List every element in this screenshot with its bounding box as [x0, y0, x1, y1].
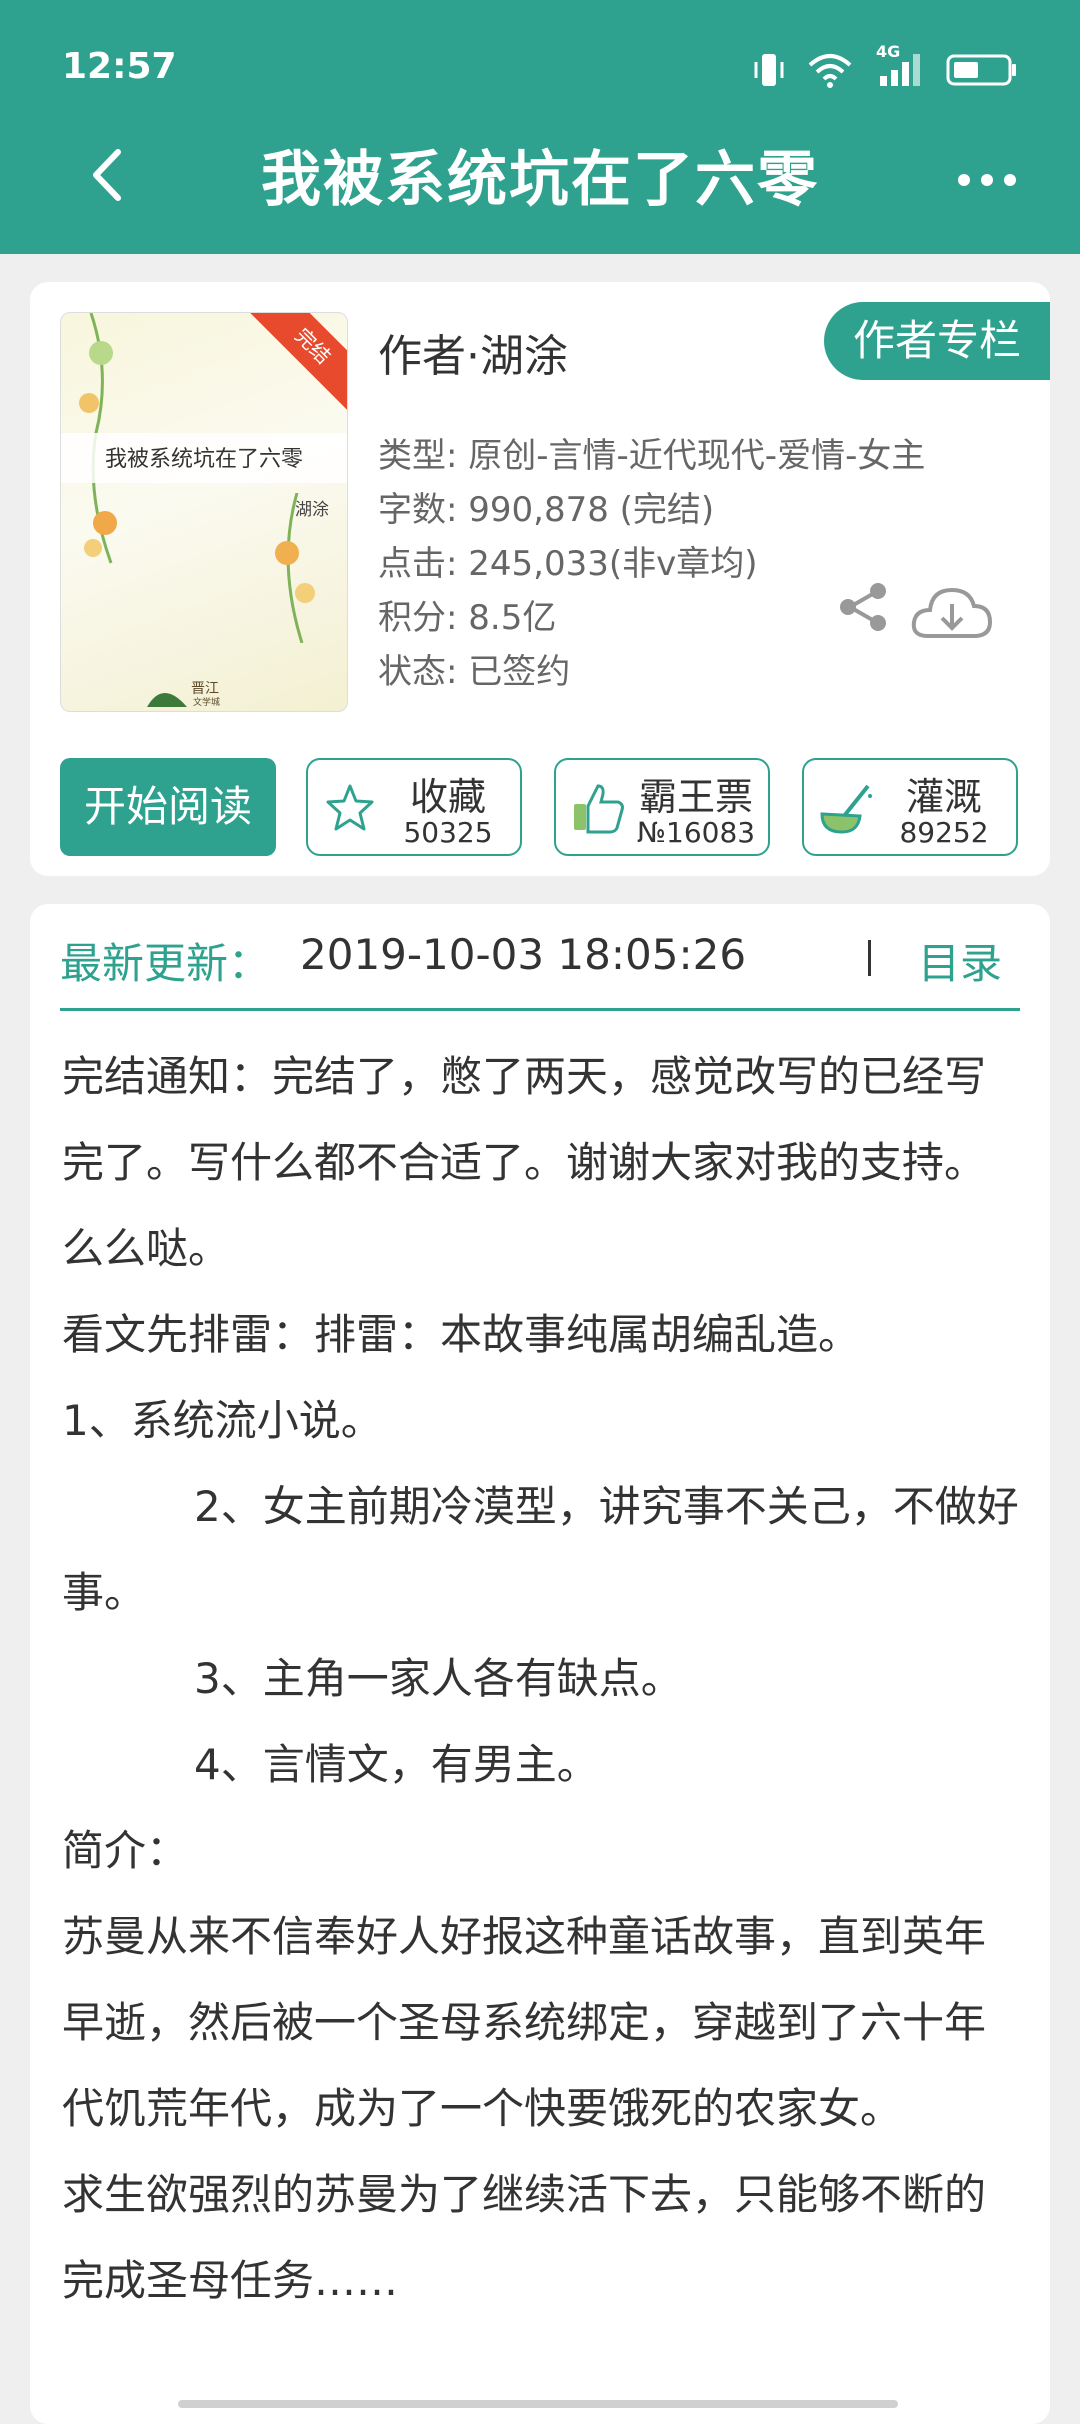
favorite-label: 收藏: [409, 775, 486, 819]
meta-word-count: 字数: 990,878 (完结): [378, 490, 715, 530]
back-button[interactable]: [80, 140, 140, 210]
svg-text:文学城: 文学城: [193, 696, 220, 708]
latest-update-label: 最新更新：: [60, 939, 271, 988]
status-icons: 4G: [754, 42, 1018, 92]
chevron-left-icon: [93, 149, 121, 201]
start-reading-button[interactable]: 开始阅读: [60, 758, 276, 856]
signal-icon: 4G: [876, 42, 924, 92]
cloud-download-icon: [911, 587, 993, 638]
latest-update-time[interactable]: 2019-10-03 18:05:26: [300, 930, 746, 979]
top-bar: 12:57 4G 我被系统坑在了六零: [0, 0, 1080, 254]
svg-text:晋江: 晋江: [191, 681, 219, 697]
desc-paragraph: 完结通知：完结了，憋了两天，感觉改写的已经写完了。写什么都不合适了。谢谢大家对我…: [62, 1052, 987, 1273]
desc-paragraph: 看文先排雷：排雷：本故事纯属胡编乱造。: [62, 1310, 861, 1359]
share-icon: [840, 583, 886, 631]
book-info-card: 我被系统坑在了六零 湖涂 完结 晋江 文学城 作者·湖涂 作者专栏 类型: 原创…: [30, 282, 1050, 876]
book-cover[interactable]: 我被系统坑在了六零 湖涂 完结 晋江 文学城: [60, 312, 348, 712]
vibrate-icon: [754, 54, 784, 86]
toc-button[interactable]: 目录: [918, 930, 1002, 991]
cover-title: 我被系统坑在了六零: [104, 447, 303, 472]
desc-paragraph: 4、言情文，有男主。: [194, 1740, 599, 1789]
network-type: 4G: [876, 42, 901, 61]
water-label: 灌溉: [905, 775, 982, 819]
ticket-label: 霸王票: [638, 775, 753, 819]
status-time: 12:57: [62, 46, 177, 87]
desc-paragraph: 1、系统流小说。: [62, 1396, 383, 1445]
star-icon: [326, 784, 374, 831]
status-bar: 12:57 4G: [0, 0, 1080, 130]
author-column-button[interactable]: 作者专栏: [824, 302, 1050, 380]
synopsis-card: 最新更新： 2019-10-03 18:05:26 目录 完结通知：完结了，憋了…: [30, 904, 1050, 2424]
completed-badge: 完结: [248, 313, 347, 411]
ticket-button[interactable]: 霸王票 №16083: [554, 758, 770, 856]
meta-genre: 类型: 原创-言情-近代现代-爱情-女主: [378, 436, 926, 476]
watering-icon: [820, 784, 872, 834]
download-button[interactable]: [910, 582, 994, 642]
desc-paragraph: 苏曼从来不信奉好人好报这种童话故事，直到英年早逝，然后被一个圣母系统绑定，穿越到…: [62, 1912, 987, 2133]
page-title: 我被系统坑在了六零: [261, 145, 819, 215]
divider-line: [60, 1008, 1020, 1011]
more-dots-icon: [958, 174, 1016, 186]
meta-score: 积分: 8.5亿: [378, 598, 557, 638]
meta-status: 状态: 已签约: [378, 652, 571, 692]
book-description: 完结通知：完结了，憋了两天，感觉改写的已经写完了。写什么都不合适了。谢谢大家对我…: [62, 1034, 1022, 2324]
jjwxc-logo: 晋江 文学城: [143, 669, 263, 709]
cover-author: 湖涂: [295, 500, 329, 520]
water-count: 89252: [899, 816, 989, 849]
scrollbar[interactable]: [178, 2400, 898, 2408]
battery-icon: [946, 54, 1016, 86]
author-name[interactable]: 作者·湖涂: [378, 320, 568, 384]
logo-leaf-icon: 晋江 文学城: [147, 681, 220, 708]
desc-paragraph: 2、女主前期冷漠型，讲究事不关己，不做好事。: [62, 1482, 1019, 1617]
water-button[interactable]: 灌溉 89252: [802, 758, 1018, 856]
ticket-count: №16083: [636, 816, 756, 849]
wifi-icon: [808, 54, 852, 88]
divider: [868, 940, 871, 976]
favorite-count: 50325: [403, 816, 493, 849]
more-button[interactable]: [942, 150, 1032, 210]
share-button[interactable]: [836, 582, 890, 632]
meta-clicks: 点击: 245,033(非v章均): [378, 544, 758, 584]
thumbs-up-icon: [574, 784, 624, 834]
desc-paragraph: 3、主角一家人各有缺点。: [194, 1654, 683, 1703]
desc-paragraph: 简介：: [62, 1826, 189, 1875]
favorite-button[interactable]: 收藏 50325: [306, 758, 522, 856]
desc-paragraph: 求生欲强烈的苏曼为了继续活下去，只能够不断的完成圣母任务……: [62, 2170, 987, 2305]
